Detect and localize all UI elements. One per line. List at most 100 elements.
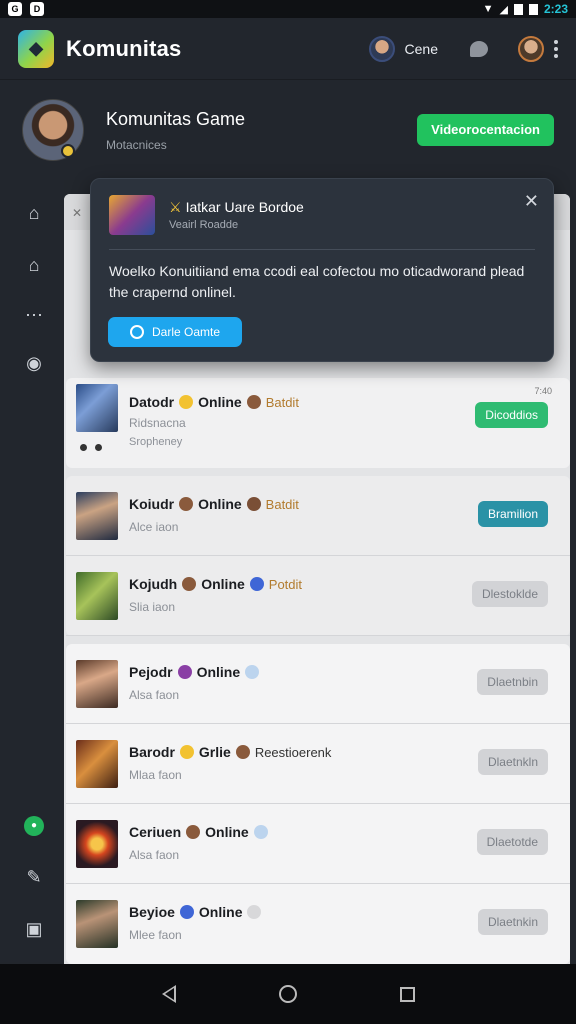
row-subtitle: Sropheney [129,436,183,448]
game-avatar [76,492,118,540]
list-item[interactable]: Koiudr Online Batdit Alce iaon Bramilion [66,476,570,556]
row-name: Beyioe [129,904,175,920]
user-name[interactable]: Cene [405,41,438,57]
game-avatar [76,384,118,432]
tag-text: Batdit [265,394,299,410]
avatar[interactable] [518,35,544,62]
row-name: Koiudr [129,496,175,512]
avatar [186,825,201,839]
list-item[interactable]: Barodr Grlie Reestioerenk Mlaa faon Dlae… [66,724,570,804]
more-menu-icon[interactable] [554,39,558,58]
row-action-button[interactable]: Dlaetotde [476,829,548,855]
window-icon[interactable]: ▣ [23,918,45,940]
home-button-icon[interactable] [278,985,297,1003]
status-text: Online [205,824,249,840]
sidebar: ⌂ ⌂ ⋯ ◉ ● ✎ ▣ [0,180,64,962]
wifi-icon: ▼ [482,3,494,15]
recents-icon[interactable] [399,986,415,1002]
divider [109,249,535,250]
popup-title: Iatkar Uare Bordoe [185,199,304,215]
status-text: Grlie [198,744,231,760]
list-item[interactable]: Beyioe Online Mlee faon Dlaetnkin [66,884,570,964]
status-bar: G D ▼ ◢ 2:23 [0,0,576,18]
system-nav-bar [0,964,576,1024]
back-icon[interactable] [161,985,176,1003]
globe-icon [179,905,194,919]
profile-avatar[interactable] [22,99,84,161]
status-text: Online [198,496,242,512]
row-subtitle: Mlee faon [129,928,182,942]
notification-popup: ⚔ Iatkar Uare Bordoe Veairl Roadde ✕ Woel… [90,178,554,362]
list-item[interactable]: Pejodr Online Alsa faon Dlaetnbin [66,644,570,724]
avatar [177,665,192,679]
status-text: Online [196,664,241,680]
emoji-icon [179,745,194,759]
avatar [246,395,261,409]
battery-icon [528,3,538,15]
app-title: Komunitas [66,35,182,61]
popup-subtitle: Veairl Roadde [169,219,239,231]
info-icon [253,825,268,839]
row-subtitle: Slia iaon [129,600,176,614]
clock: 2:23 [543,2,568,16]
game-avatar [76,900,118,948]
edit-icon[interactable]: ✎ [23,866,45,888]
profile-header: Komunitas Game Motacnices Videorocentaci… [0,80,576,180]
row-subtitle: Alsa faon [129,848,180,862]
sim-icon [513,3,523,15]
list-item[interactable]: Kojudh Online Potdit Slia iaon Dlestokld… [66,556,570,636]
row-subtitle: Alce iaon [129,520,179,534]
play-icon [129,325,144,339]
home-icon[interactable]: ⌂ [23,254,45,276]
profile-action-button[interactable]: Videorocentacion [417,114,554,146]
tag-text: Batdit [265,496,299,512]
list-item[interactable]: Ceriuen Online Alsa faon Dlaetotde [66,804,570,884]
row-action-button[interactable]: Dlaetnkln [477,749,548,775]
row-name: Ceriuen [129,824,182,840]
game-avatar [76,820,118,868]
popup-action-label: Darle Oamte [151,325,221,339]
row-action-button[interactable]: Bramilion [477,501,548,527]
row-subtitle: Mlaa faon [129,768,182,782]
close-icon[interactable]: ✕ [524,191,539,212]
app-logo: ◆ [18,29,54,68]
close-icon[interactable]: ✕ [72,206,82,220]
community-icon[interactable]: ⌂ [23,202,45,224]
tag-text: Reestioerenk [254,744,332,760]
game-avatar [76,572,118,620]
row-subtitle: Ridsnacna [129,416,186,430]
avatar [235,745,250,759]
status-text: Online [198,394,242,410]
discover-icon[interactable]: ◉ [23,352,45,374]
game-avatar [76,740,118,788]
notification-icon: G [8,2,22,16]
timestamp: 7:40 [534,386,552,396]
avatar [182,577,197,591]
game-thumbnail [109,195,155,235]
notification-icon: D [30,2,44,16]
chat-icon[interactable] [470,40,488,57]
app-bar: ◆ Komunitas Cene [0,18,576,80]
online-status-icon[interactable]: ● [24,816,44,836]
help-icon [247,905,262,919]
row-action-button[interactable]: Dlaetnbin [477,669,548,695]
info-icon [245,665,260,679]
globe-icon [249,577,264,591]
row-action-button[interactable]: Dlaetnkin [477,909,548,935]
avatar [246,497,261,511]
avatar[interactable] [368,35,395,62]
profile-name: Komunitas Game [106,108,246,129]
row-name: Kojudh [129,576,178,592]
game-avatar [76,660,118,708]
popup-body: Woelko Konuitiiand ema ccodi eal cofecto… [109,263,525,300]
emoji-icon [179,395,194,409]
sword-icon: ⚔ [169,199,182,215]
list-item[interactable]: Datodr Online Batdit Ridsnacna Sropheney… [66,378,570,468]
badge-icon [61,144,75,158]
apps-icon[interactable]: ⋯ [23,304,45,326]
row-name: Datodr [129,394,175,410]
popup-action-button[interactable]: Darle Oamte [108,317,242,347]
signal-icon: ◢ [499,3,508,16]
row-action-button[interactable]: Dicoddios [475,402,548,428]
row-action-button[interactable]: Dlestoklde [471,581,548,607]
